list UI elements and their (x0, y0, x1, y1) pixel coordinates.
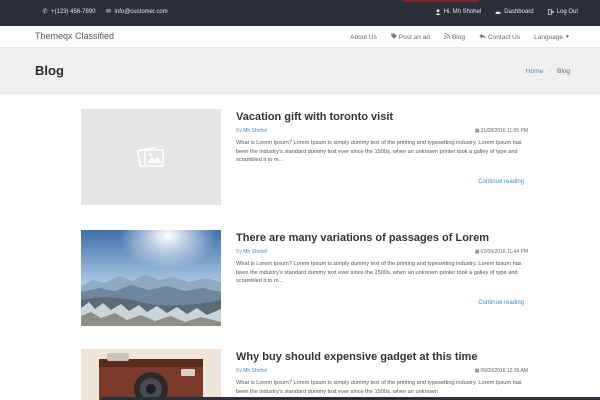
reply-icon (479, 33, 486, 41)
nav-about-us[interactable]: About Us (350, 33, 377, 41)
post-title[interactable]: Vacation gift with toronto visit (236, 110, 528, 124)
greeting-text: Hi, Mh Shohel (443, 9, 482, 15)
camera-image (81, 349, 221, 400)
page-title: Blog (35, 63, 64, 78)
post-title[interactable]: There are many variations of passages of… (236, 231, 528, 245)
calendar-icon: ▦ (474, 249, 480, 255)
tag-icon (391, 33, 397, 41)
post-meta: By Mh Shohel ▦02/09/2016 11:44 PM (236, 249, 528, 259)
post-author-link[interactable]: Mh Shohel (243, 249, 267, 255)
breadcrumb-current: Blog (556, 68, 570, 75)
post-meta: By Mh Shohel ▦06/09/2016 12:36 AM (236, 368, 528, 378)
continue-reading-link[interactable]: Continue reading (478, 300, 524, 306)
main-nav: About Us Post an ad Blog Contact Us Lang… (350, 33, 570, 41)
post-excerpt: What is Lorem Ipsum? Lorem Ipsum is simp… (236, 380, 522, 395)
byline-prefix: By (236, 368, 242, 374)
page-header: Blog Home / Blog (0, 48, 600, 94)
post-date: ▦02/09/2016 11:44 PM (475, 249, 528, 255)
nav-post-an-ad-label: Post an ad (398, 33, 430, 41)
caret-down-icon: ▼ (565, 34, 570, 40)
phone-text: +(123) 456-7890 (51, 9, 96, 15)
post-date: ▦31/08/2016 11:05 PM (475, 128, 528, 134)
post-byline: By Mh Shohel (236, 249, 267, 255)
blog-post: Why buy should expensive gadget at this … (81, 349, 528, 400)
post-date-text: 02/09/2016 11:44 PM (480, 249, 528, 255)
post-date: ▦06/09/2016 12:36 AM (475, 368, 528, 374)
phone-contact: ✆ +(123) 456-7890 (42, 9, 96, 15)
site-brand[interactable]: Themeqx Classified (35, 31, 114, 41)
post-thumbnail[interactable] (81, 109, 221, 205)
calendar-icon: ▦ (474, 128, 480, 134)
post-byline: By Mh Shohel (236, 128, 267, 134)
blog-post: There are many variations of passages of… (81, 230, 528, 326)
dashboard-text: Dashboard (504, 9, 534, 15)
nav-contact-us-label: Contact Us (487, 33, 521, 41)
nav-blog[interactable]: Blog (444, 33, 465, 41)
post-meta: By Mh Shohel ▦31/08/2016 11:05 PM (236, 128, 528, 138)
post-excerpt: What is Lorem Ipsum? Lorem Ipsum is simp… (236, 140, 522, 163)
nav-language-label: Language (534, 33, 564, 41)
nav-about-us-label: About Us (350, 33, 377, 41)
main-navbar: Themeqx Classified About Us Post an ad B… (0, 26, 600, 48)
continue-reading-link[interactable]: Continue reading (478, 179, 524, 185)
breadcrumb: Home / Blog (526, 68, 570, 75)
post-thumbnail[interactable] (81, 230, 221, 326)
nav-contact-us[interactable]: Contact Us (479, 33, 520, 41)
post-date-text: 06/09/2016 12:36 AM (480, 368, 528, 374)
nav-blog-label: Blog (451, 33, 465, 41)
logout-link[interactable]: Log Out (547, 9, 578, 15)
nav-post-an-ad[interactable]: Post an ad (391, 33, 430, 41)
breadcrumb-home[interactable]: Home (526, 68, 543, 75)
logout-text: Log Out (556, 9, 578, 15)
phone-icon: ✆ (42, 9, 48, 15)
post-title[interactable]: Why buy should expensive gadget at this … (236, 350, 528, 364)
image-placeholder-icon (136, 144, 165, 175)
post-byline: By Mh Shohel (236, 368, 267, 374)
envelope-icon: ✉ (106, 9, 112, 15)
byline-prefix: By (236, 128, 242, 134)
post-date-text: 31/08/2016 11:05 PM (480, 128, 528, 134)
post-author-link[interactable]: Mh Shohel (243, 368, 267, 374)
user-icon (435, 9, 441, 15)
rss-icon (444, 33, 450, 41)
post-thumbnail[interactable] (81, 349, 221, 400)
email-contact[interactable]: ✉ info@customer.com (106, 9, 168, 15)
email-text: info@customer.com (114, 9, 168, 15)
dashboard-link[interactable]: Dashboard (495, 9, 534, 15)
post-author-link[interactable]: Mh Shohel (243, 128, 267, 134)
user-greeting[interactable]: Hi, Mh Shohel (435, 9, 482, 15)
logout-icon (547, 9, 554, 15)
byline-prefix: By (236, 249, 242, 255)
blog-post: Vacation gift with toronto visit By Mh S… (81, 109, 528, 205)
dashboard-icon (495, 9, 501, 15)
mountain-landscape-image (81, 230, 221, 326)
breadcrumb-separator: / (549, 68, 551, 75)
post-excerpt: What is Lorem Ipsum? Lorem Ipsum is simp… (236, 261, 522, 284)
top-bar-accent (404, 0, 479, 2)
top-bar: ✆ +(123) 456-7890 ✉ info@customer.com Hi… (0, 0, 600, 26)
nav-language-dropdown[interactable]: Language ▼ (534, 33, 570, 41)
calendar-icon: ▦ (474, 368, 480, 374)
